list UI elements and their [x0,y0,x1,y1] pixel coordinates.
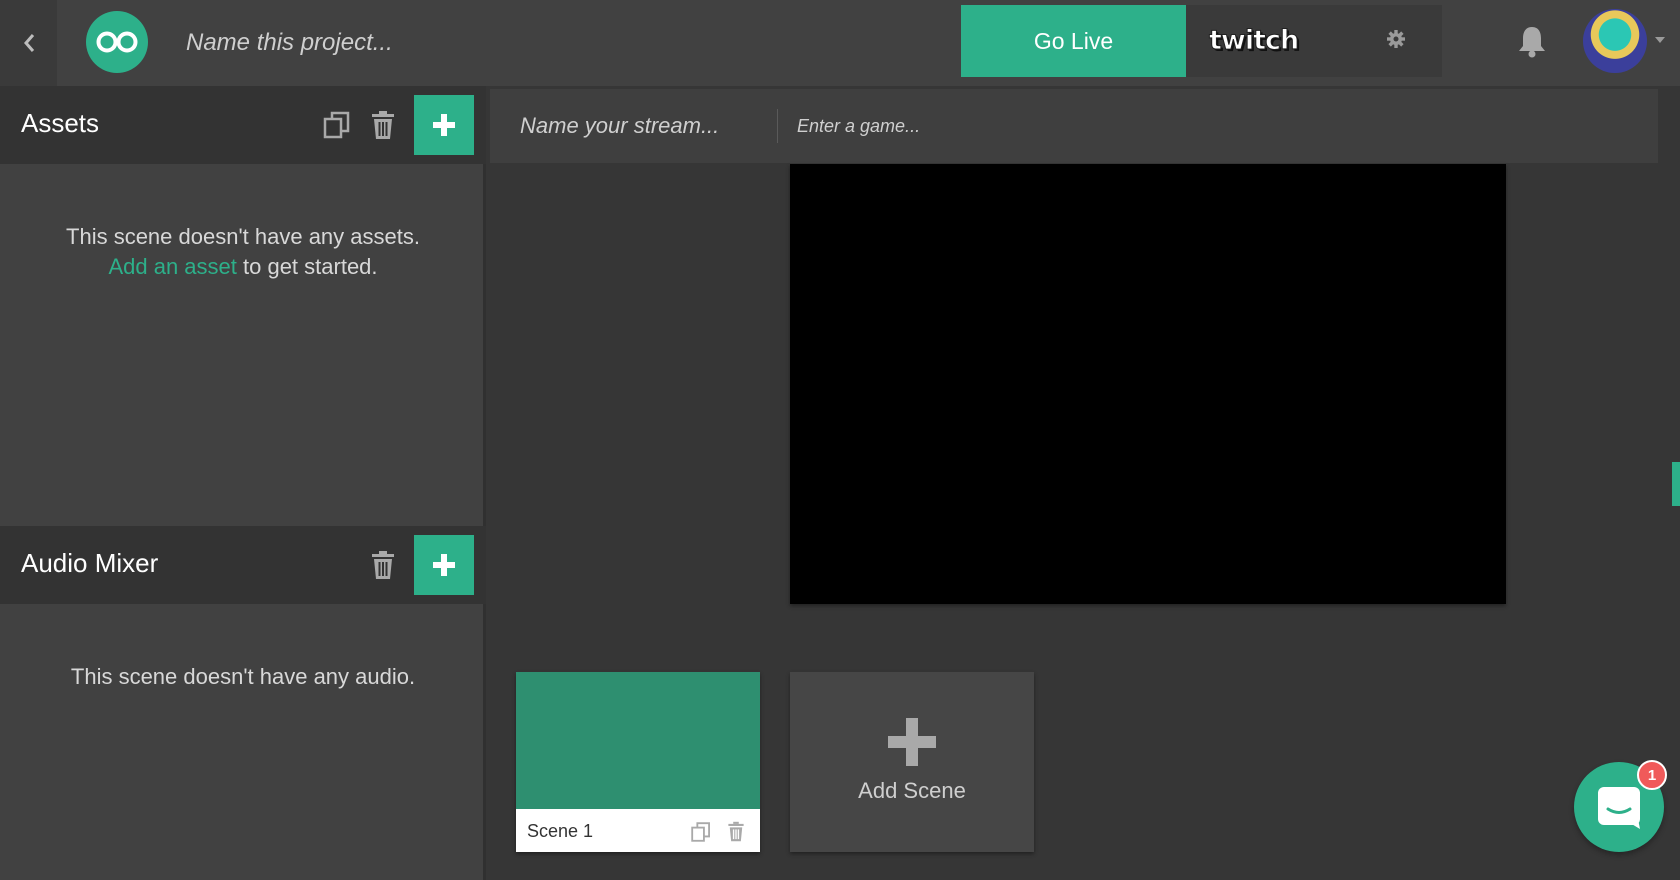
add-asset-link[interactable]: Add an asset [108,254,236,279]
plus-icon [433,554,455,576]
platform-selector[interactable]: twitch [1186,5,1442,77]
audio-mixer-title: Audio Mixer [21,548,159,578]
twitch-logo: twitch [1208,25,1299,57]
stream-name-input[interactable] [520,109,760,143]
bell-icon[interactable] [1517,24,1547,58]
copy-icon[interactable] [690,821,712,843]
stream-info-bar [490,89,1658,163]
scene-card[interactable]: Scene 1 [516,672,760,852]
trash-icon[interactable] [370,110,396,140]
trash-icon[interactable] [370,550,396,580]
plus-icon [433,114,455,136]
left-panel: Assets This scene doesn't have any asset… [0,86,486,880]
chat-icon [1598,787,1640,829]
add-scene-button[interactable]: Add Scene [790,672,1034,852]
audio-mixer-header: Audio Mixer [0,526,486,604]
add-scene-label: Add Scene [858,778,966,803]
add-audio-button[interactable] [414,535,474,595]
trash-icon[interactable] [727,821,745,842]
stream-preview[interactable] [790,164,1506,604]
back-button[interactable] [0,0,57,86]
notification-badge: 1 [1637,760,1667,790]
go-live-button[interactable]: Go Live [961,5,1186,77]
top-bar: Go Live twitch [0,0,1680,86]
scene-thumbnail[interactable] [516,672,760,809]
assets-empty-message: This scene doesn't have any assets. Add … [0,222,486,282]
copy-icon[interactable] [322,110,352,140]
chevron-left-icon [23,34,34,52]
game-input[interactable] [797,111,1097,141]
infinity-logo-icon [96,31,138,53]
assets-empty-line1: This scene doesn't have any assets. [66,224,420,249]
scene-label: Scene 1 [527,821,594,841]
assets-empty-suffix: to get started. [236,254,378,279]
project-name-input[interactable] [186,26,686,60]
assets-header: Assets [0,86,486,164]
assets-empty-line2: Add an asset to get started. [0,252,486,282]
user-avatar[interactable] [1583,9,1647,73]
add-asset-button[interactable] [414,95,474,155]
assets-title: Assets [21,108,100,138]
divider [777,109,778,143]
gear-icon[interactable] [1386,29,1406,49]
plus-icon [888,718,936,766]
audio-empty-message: This scene doesn't have any audio. [70,664,416,689]
caret-down-icon[interactable] [1654,36,1666,44]
right-drawer-tab[interactable] [1672,462,1680,506]
app-logo[interactable] [86,11,148,73]
